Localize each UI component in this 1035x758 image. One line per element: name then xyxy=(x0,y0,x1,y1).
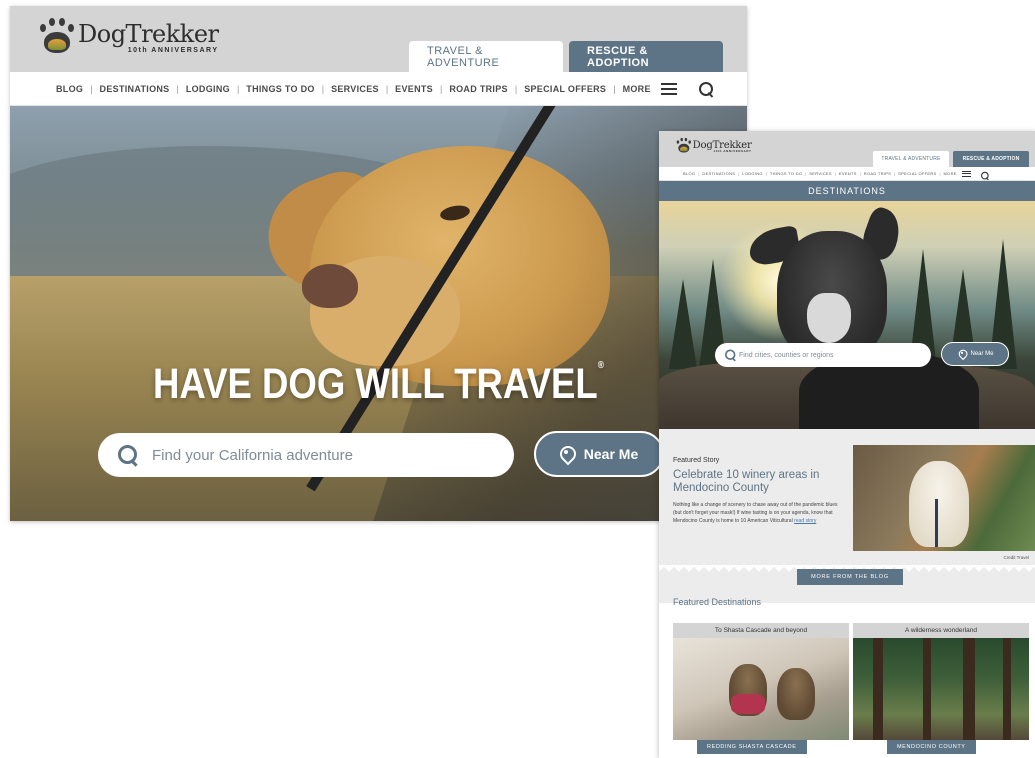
search-placeholder: Find cities, counties or regions xyxy=(739,351,834,359)
location-pin-icon xyxy=(959,350,966,359)
tree-silhouette xyxy=(669,279,697,369)
nav-more[interactable]: MORE xyxy=(623,84,651,94)
yorkie-dog xyxy=(777,668,815,720)
nav-events[interactable]: EVENTS xyxy=(839,171,857,176)
tree-trunk xyxy=(923,638,931,740)
near-me-label: Near Me xyxy=(583,446,639,462)
tree-trunk xyxy=(963,638,975,740)
featured-story-body: Nothing like a change of scenery to chas… xyxy=(673,502,838,524)
photo-credit: Credit Travel xyxy=(1003,555,1029,560)
destination-card[interactable]: A wilderness wonderland MENDOCINO COUNTY xyxy=(853,623,1029,758)
hamburger-menu-icon[interactable] xyxy=(660,82,677,95)
featured-story-title[interactable]: Celebrate 10 winery areas in Mendocino C… xyxy=(673,469,843,495)
nav-blog[interactable]: BLOG xyxy=(683,171,695,176)
nav-lodging[interactable]: LODGING xyxy=(742,171,763,176)
search-placeholder: Find your California adventure xyxy=(152,446,353,464)
nav-things-to-do[interactable]: THINGS TO DO xyxy=(770,171,802,176)
card-title: To Shasta Cascade and beyond xyxy=(673,623,849,638)
tab-travel-adventure[interactable]: TRAVEL & ADVENTURE xyxy=(409,41,563,72)
destinations-page: DogTrekker 10th ANNIVERSARY TRAVEL & ADV… xyxy=(659,131,1035,758)
nav-more[interactable]: MORE xyxy=(944,171,957,176)
nav-special-offers[interactable]: SPECIAL OFFERS xyxy=(524,84,606,94)
dog-muzzle xyxy=(807,293,851,343)
section-tabs: TRAVEL & ADVENTURE RESCUE & ADOPTION xyxy=(873,151,1029,167)
tab-travel-adventure[interactable]: TRAVEL & ADVENTURE xyxy=(873,151,949,167)
destination-search-input[interactable]: Find cities, counties or regions xyxy=(715,343,931,367)
paw-logo-icon xyxy=(36,16,76,54)
adventure-search-input[interactable]: Find your California adventure xyxy=(98,433,514,477)
nav-services[interactable]: SERVICES xyxy=(331,84,379,94)
paw-logo-icon xyxy=(675,137,692,153)
card-title: A wilderness wonderland xyxy=(853,623,1029,638)
site-header: DogTrekker 10th ANNIVERSARY TRAVEL & ADV… xyxy=(10,6,747,72)
destinations-banner: DESTINATIONS xyxy=(659,181,1035,201)
featured-story-label: Featured Story xyxy=(673,457,720,464)
nav-blog[interactable]: BLOG xyxy=(56,84,83,94)
logo-wordmark: DogTrekker xyxy=(692,138,752,151)
logo-subtitle: 10th ANNIVERSARY xyxy=(713,150,752,153)
card-caption-button[interactable]: MENDOCINO COUNTY xyxy=(887,740,976,754)
nav-lodging[interactable]: LODGING xyxy=(186,84,230,94)
near-me-label: Near Me xyxy=(970,351,994,357)
desktop-homepage: DogTrekker 10th ANNIVERSARY TRAVEL & ADV… xyxy=(10,6,747,521)
featured-story-section: Featured Story Celebrate 10 winery areas… xyxy=(659,429,1035,603)
nav-destinations[interactable]: DESTINATIONS xyxy=(702,171,735,176)
site-logo[interactable]: DogTrekker 10th ANNIVERSARY xyxy=(675,137,752,153)
destination-card[interactable]: To Shasta Cascade and beyond REDDING SHA… xyxy=(673,623,849,758)
nav-road-trips[interactable]: ROAD TRIPS xyxy=(449,84,508,94)
site-logo[interactable]: DogTrekker 10th ANNIVERSARY xyxy=(36,16,219,54)
nav-special-offers[interactable]: SPECIAL OFFERS xyxy=(898,171,936,176)
redwood-forest-photo xyxy=(853,638,1029,740)
main-nav: BLOG | DESTINATIONS | LODGING | THINGS TO D… xyxy=(659,167,1035,181)
dog-leash xyxy=(935,499,938,547)
tab-rescue-adoption[interactable]: RESCUE & ADOPTION xyxy=(569,41,723,72)
search-icon[interactable] xyxy=(698,81,713,96)
logo-subtitle: 10th ANNIVERSARY xyxy=(127,47,219,54)
labrador-winery-photo[interactable] xyxy=(853,445,1035,551)
yorkies-photo xyxy=(673,638,849,740)
logo-wordmark: DogTrekker xyxy=(78,20,219,48)
tab-rescue-adoption[interactable]: RESCUE & ADOPTION xyxy=(953,151,1029,167)
dog-nose xyxy=(302,264,358,308)
search-icon[interactable] xyxy=(980,171,989,179)
location-pin-icon xyxy=(560,446,572,462)
nav-events[interactable]: EVENTS xyxy=(395,84,433,94)
nav-services[interactable]: SERVICES xyxy=(809,171,832,176)
featured-destinations-heading: Featured Destinations xyxy=(673,597,762,607)
tree-trunk xyxy=(1003,638,1011,740)
dog-sweater xyxy=(731,694,765,714)
composite-screenshot: DogTrekker 10th ANNIVERSARY TRAVEL & ADV… xyxy=(0,0,1035,758)
card-caption-button[interactable]: REDDING SHASTA CASCADE xyxy=(697,740,807,754)
hero-title: HAVE DOG WILL TRAVEL® xyxy=(153,360,604,408)
search-icon xyxy=(725,349,736,361)
hero-banner: HAVE DOG WILL TRAVEL® Find your Californ… xyxy=(10,106,747,521)
site-header: DogTrekker 10th ANNIVERSARY TRAVEL & ADV… xyxy=(659,131,1035,167)
more-from-blog-button[interactable]: MORE FROM THE BLOG xyxy=(797,569,903,585)
near-me-button[interactable]: Near Me xyxy=(941,342,1009,366)
nav-things-to-do[interactable]: THINGS TO DO xyxy=(246,84,314,94)
main-nav: BLOG | DESTINATIONS | LODGING | THINGS TO D… xyxy=(10,72,747,106)
tree-trunk xyxy=(873,638,883,740)
near-me-button[interactable]: Near Me xyxy=(534,431,664,477)
search-icon xyxy=(118,445,138,465)
read-story-link[interactable]: read story xyxy=(794,518,816,524)
nav-road-trips[interactable]: ROAD TRIPS xyxy=(864,171,891,176)
nav-destinations[interactable]: DESTINATIONS xyxy=(100,84,170,94)
hamburger-menu-icon[interactable] xyxy=(961,170,971,177)
destinations-hero: Find cities, counties or regions Near Me xyxy=(659,201,1035,429)
white-labrador xyxy=(909,461,969,547)
section-tabs: TRAVEL & ADVENTURE RESCUE & ADOPTION xyxy=(409,41,723,72)
